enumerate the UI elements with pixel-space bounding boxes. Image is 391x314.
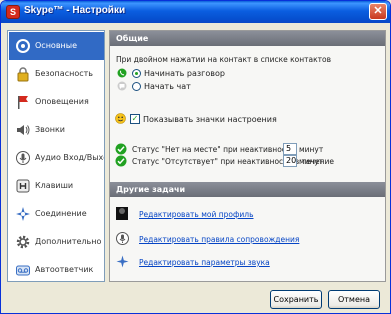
sidebar-item-label: Клавиши [35,181,74,190]
sidebar-item-label: Дополнительно [35,237,102,246]
sidebar-item-label: Соединение [35,209,87,218]
speaker-icon [17,125,30,135]
sidebar-item-label: Основные [35,41,78,50]
link-edit-sound[interactable]: Редактировать параметры звука [139,258,270,267]
away-text: Статус "Нет на месте" при неактивности [132,145,296,154]
general-settings-panel: Общие При двойном нажатии на контакт в с… [109,30,386,282]
window-title: Skype™ - Настройки [24,5,126,16]
show-emoticons-checkbox[interactable]: ✓ [130,114,140,124]
sidebar-item-label: Оповещения [35,97,89,106]
sidebar-item-calls[interactable]: Звонки [9,116,104,144]
link-edit-profile[interactable]: Редактировать мой профиль [139,210,254,219]
not-available-minutes-label: минут [299,157,324,166]
away-minutes-input[interactable]: 5 [283,143,297,155]
gear-icon [16,235,30,249]
sidebar-item-label: Автоответчик [35,265,94,274]
sidebar-item-security[interactable]: Безопасность [9,60,104,88]
settings-icon [116,255,129,268]
skype-app-icon: S [6,5,20,19]
save-button[interactable]: Сохранить [270,290,322,309]
skype-icon [16,39,30,53]
settings-window: S Skype™ - Настройки ✕ Основные Безопасн… [0,0,391,314]
sidebar-item-label: Аудио Вход/Выхо [35,153,105,162]
sidebar-item-audio[interactable]: Аудио Вход/Выхо [9,144,104,172]
radio-start-call-label: Начинать разговор [144,69,225,78]
radio-start-call[interactable] [132,69,141,78]
audio-icon [16,151,30,165]
hotkey-icon [16,179,30,193]
settings-sidebar: Основные Безопасность Оповещения Звонки … [7,30,105,282]
connection-icon [16,207,30,221]
profile-icon [116,207,128,220]
sound-icon [116,232,129,245]
cancel-button[interactable]: Отмена [328,290,380,309]
not-available-minutes-input[interactable]: 20 [283,155,297,167]
close-button[interactable]: ✕ [369,3,387,20]
sidebar-item-label: Звонки [35,125,65,134]
show-emoticons-label: Показывать значки настроения [143,115,277,124]
sidebar-item-advanced[interactable]: Дополнительно [9,228,104,256]
away-minutes-label: минут [299,145,324,154]
emoticon-icon [115,113,126,124]
voicemail-icon [16,265,30,276]
dblclick-prompt: При двойном нажатии на контакт в списке … [116,55,332,64]
sidebar-item-label: Безопасность [35,69,93,78]
link-edit-rules[interactable]: Редактировать правила сопровождения [139,235,299,244]
sidebar-item-notifications[interactable]: Оповещения [9,88,104,116]
radio-start-chat[interactable] [132,82,141,91]
title-bar[interactable]: S Skype™ - Настройки ✕ [1,1,390,23]
sidebar-item-connection[interactable]: Соединение [9,200,104,228]
flag-icon [18,96,28,109]
lock-icon [17,67,29,82]
call-icon [117,68,127,78]
radio-start-chat-label: Начать чат [144,82,191,91]
section-header-general: Общие [110,31,385,46]
sidebar-item-voicemail[interactable]: Автоответчик [9,256,104,281]
chat-icon [117,81,127,91]
sidebar-item-general[interactable]: Основные [9,32,104,60]
away-status-icon [115,143,127,155]
sidebar-item-hotkeys[interactable]: Клавиши [9,172,104,200]
not-available-status-icon [115,155,127,167]
section-header-other-tasks: Другие задачи [110,182,385,197]
